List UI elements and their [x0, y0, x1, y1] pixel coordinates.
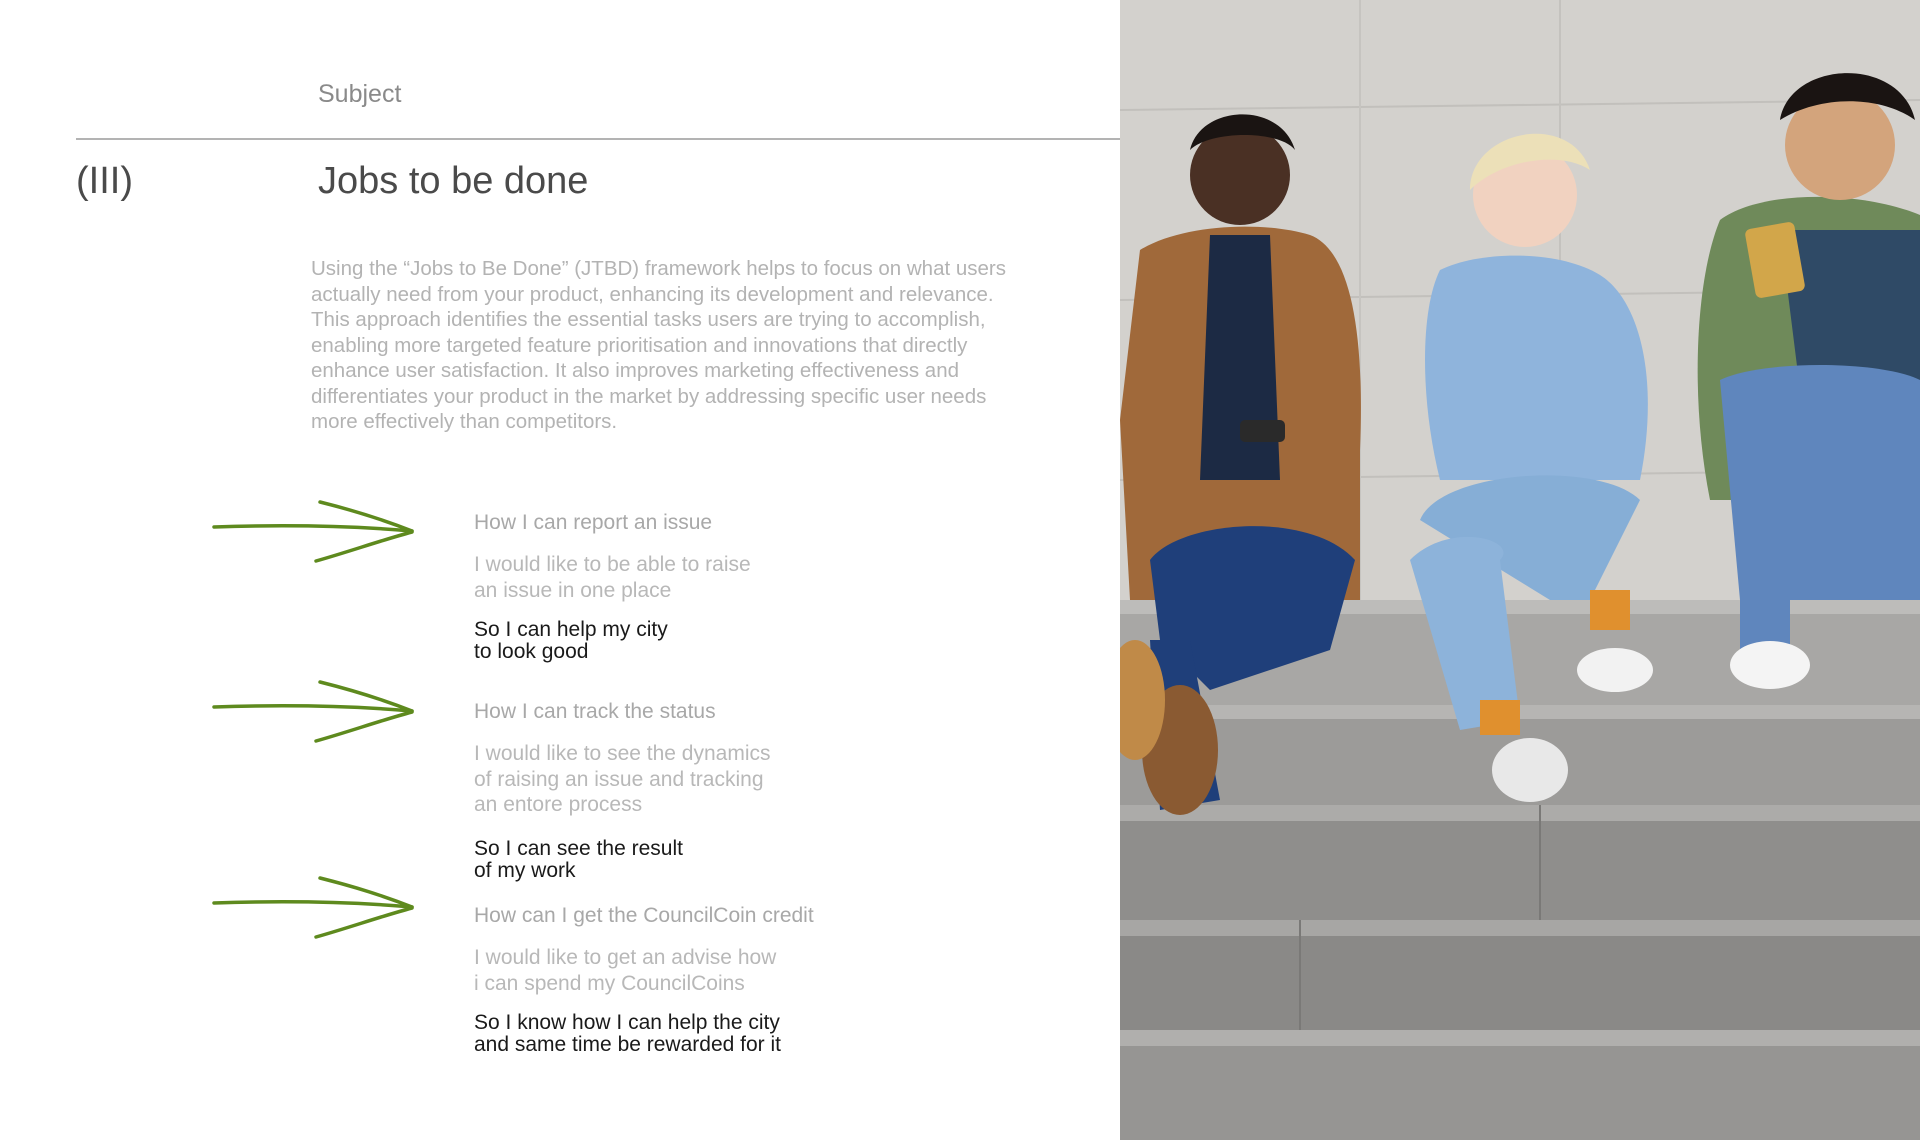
job-outcome-line: and same time be rewarded for it	[474, 1033, 781, 1056]
subject-label: Subject	[318, 80, 402, 108]
job-heading: How can I get the CouncilCoin credit	[474, 904, 814, 927]
job-outcome: So I can see the result of my work	[474, 838, 894, 882]
job-description: I would like to get an advise how i can …	[474, 945, 894, 996]
job-description-line: an issue in one place	[474, 578, 672, 602]
job-description: I would like to see the dynamics of rais…	[474, 741, 894, 818]
job-outcome-line: to look good	[474, 640, 589, 663]
job-description-line: an entore process	[474, 793, 643, 816]
photo-illustration	[1120, 0, 1920, 1140]
job-description: I would like to be able to raise an issu…	[474, 552, 894, 603]
job-heading: How I can report an issue	[474, 511, 713, 534]
divider	[76, 138, 1120, 140]
job-outcome-line: So I can see the result	[474, 837, 683, 860]
arrow-icon	[212, 680, 418, 744]
arrow-icon	[212, 500, 418, 564]
job-outcome-line: So I can help my city	[474, 618, 668, 641]
job-outcome-line: of my work	[474, 859, 576, 882]
job-description-line: I would like to get an advise how	[474, 946, 777, 969]
content-panel: Subject (III) Jobs to be done Using the …	[0, 0, 1120, 1140]
job-description-line: i can spend my CouncilCoins	[474, 971, 745, 995]
intro-paragraph: Using the “Jobs to Be Done” (JTBD) frame…	[311, 257, 1007, 433]
job-description-line: I would like to be able to raise	[474, 553, 751, 576]
section-number: (III)	[76, 160, 133, 202]
students-photo	[1120, 0, 1920, 1140]
page-title: Jobs to be done	[318, 160, 589, 202]
job-outcome: So I know how I can help the city and sa…	[474, 1012, 894, 1056]
job-heading: How I can track the status	[474, 700, 716, 723]
job-outcome: So I can help my city to look good	[474, 619, 894, 663]
job-description-line: I would like to see the dynamics	[474, 742, 771, 765]
arrow-icon	[212, 876, 418, 940]
job-description-line: of raising an issue and tracking	[474, 767, 764, 791]
job-outcome-line: So I know how I can help the city	[474, 1011, 780, 1034]
